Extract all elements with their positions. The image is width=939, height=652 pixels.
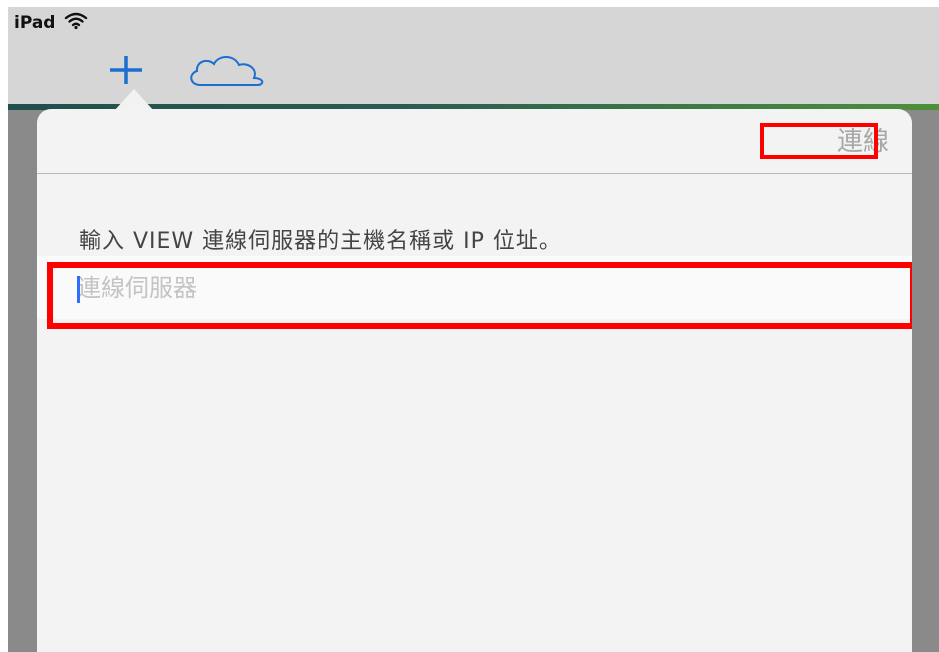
cloud-icon[interactable] [186,53,270,89]
ipad-screen: iPad 連線 輸入 VIEW 連線伺服器的主機名稱或 IP 位址。 [8,7,939,652]
server-input-highlight-box [47,262,912,329]
popover-arrow [114,89,154,111]
plus-icon[interactable] [104,53,148,87]
status-device-name: iPad [14,13,56,33]
popover-header: 連線 [37,109,912,174]
server-popover: 連線 輸入 VIEW 連線伺服器的主機名稱或 IP 位址。 [37,109,912,652]
connect-highlight-box [760,123,878,159]
server-instruction: 輸入 VIEW 連線伺服器的主機名稱或 IP 位址。 [79,229,562,254]
wifi-icon [64,12,88,30]
